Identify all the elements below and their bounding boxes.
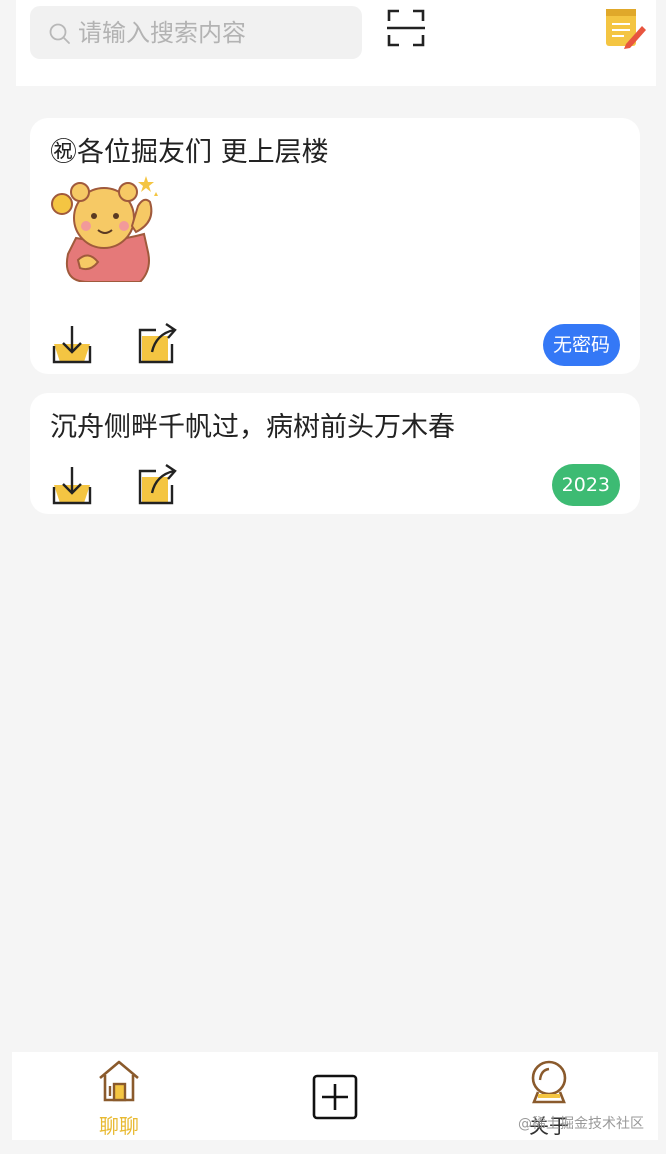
share-icon[interactable]	[136, 322, 180, 366]
search-input[interactable]	[78, 6, 348, 59]
tab-chat-label: 聊聊	[99, 1114, 139, 1138]
add-icon	[312, 1074, 358, 1120]
home-icon	[99, 1060, 139, 1102]
note-card[interactable]: 沉舟侧畔千帆过，病树前头万木春 2023	[30, 393, 640, 514]
tab-add[interactable]	[308, 1052, 362, 1140]
scan-icon[interactable]	[386, 8, 426, 48]
search-box[interactable]	[30, 6, 362, 59]
note-card[interactable]: ㊗各位掘友们 更上层楼 无密码	[30, 118, 640, 374]
tab-chat[interactable]: 聊聊	[88, 1052, 148, 1140]
note-text: 沉舟侧畔千帆过，病树前头万木春	[50, 412, 455, 443]
tag-badge: 2023	[551, 464, 620, 506]
download-icon[interactable]	[50, 463, 94, 507]
download-icon[interactable]	[50, 322, 94, 366]
top-bar	[16, 0, 656, 86]
bear-sticker-image	[51, 176, 158, 282]
watermark-text: @稀土掘金技术社区	[518, 1116, 644, 1132]
share-icon[interactable]	[136, 463, 180, 507]
tag-badge: 无密码	[542, 324, 620, 366]
note-text: ㊗各位掘友们 更上层楼	[50, 137, 329, 168]
search-icon	[49, 23, 70, 44]
crystal-ball-icon	[531, 1060, 567, 1104]
notepad-icon[interactable]	[602, 6, 646, 50]
